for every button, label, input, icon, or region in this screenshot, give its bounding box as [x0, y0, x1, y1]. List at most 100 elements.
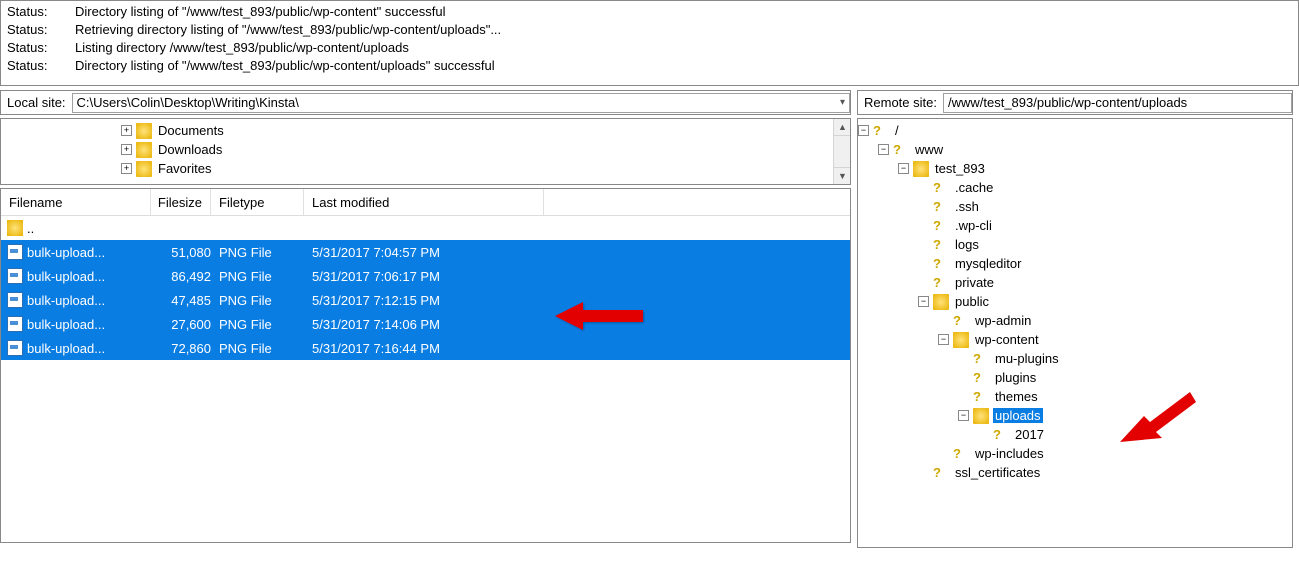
expander-icon[interactable]: − [898, 163, 909, 174]
unknown-folder-icon: ? [933, 199, 949, 215]
image-file-icon [7, 340, 23, 356]
local-path-value: C:\Users\Colin\Desktop\Writing\Kinsta\ [77, 95, 299, 110]
column-filetype[interactable]: Filetype [211, 189, 304, 215]
file-row[interactable]: bulk-upload...72,860PNG File5/31/2017 7:… [1, 336, 850, 360]
image-file-icon [7, 244, 23, 260]
remote-site-label: Remote site: [858, 95, 943, 110]
tree-item[interactable]: + Documents [1, 121, 850, 140]
expander-icon[interactable]: − [878, 144, 889, 155]
tree-item[interactable]: ? .wp-cli [858, 216, 1292, 235]
tree-item[interactable]: −uploads [858, 406, 1292, 425]
unknown-folder-icon: ? [973, 351, 989, 367]
image-file-icon [7, 316, 23, 332]
filetype-cell: PNG File [211, 269, 304, 284]
expander-icon[interactable]: + [121, 163, 132, 174]
tree-item[interactable]: − wp-content [858, 330, 1292, 349]
tree-item-label: .wp-cli [953, 218, 994, 233]
tree-item-label: wp-includes [973, 446, 1046, 461]
file-row[interactable]: bulk-upload...86,492PNG File5/31/2017 7:… [1, 264, 850, 288]
file-row[interactable]: bulk-upload... 47,485PNG File5/31/2017 7:… [1, 288, 850, 312]
filetype-cell: PNG File [211, 341, 304, 356]
filetype-cell: PNG File [211, 293, 304, 308]
filesize-cell: 27,600 [151, 317, 211, 332]
tree-item-label: wp-content [973, 332, 1041, 347]
unknown-folder-icon: ? [933, 465, 949, 481]
tree-item-label: 2017 [1013, 427, 1046, 442]
tree-item[interactable]: ? mu-plugins [858, 349, 1292, 368]
unknown-folder-icon: ? [933, 218, 949, 234]
tree-item[interactable]: −test_893 [858, 159, 1292, 178]
tree-item[interactable]: ?themes [858, 387, 1292, 406]
file-row[interactable]: bulk-upload...51,080PNG File5/31/2017 7:… [1, 240, 850, 264]
scroll-up-icon[interactable]: ▲ [834, 119, 851, 136]
grid-header: Filename Filesize Filetype Last modified [1, 189, 850, 216]
column-filesize[interactable]: Filesize [151, 189, 211, 215]
tree-item-label: Documents [156, 123, 226, 138]
tree-item[interactable]: ?2017 [858, 425, 1292, 444]
column-filename[interactable]: Filename [1, 189, 151, 215]
grid-body: .. bulk-upload...51,080PNG File5/31/2017… [1, 216, 850, 360]
tree-item[interactable]: ?wp-admin [858, 311, 1292, 330]
unknown-folder-icon: ? [893, 142, 909, 158]
filesize-cell: 47,485 [151, 293, 211, 308]
local-pane: Local site: C:\Users\Colin\Desktop\Writi… [0, 90, 851, 548]
local-tree[interactable]: + Documents + Downloads +Favorites ▲ ▼ [0, 118, 851, 185]
tree-item[interactable]: −public [858, 292, 1292, 311]
expander-icon[interactable]: − [918, 296, 929, 307]
folder-icon [913, 161, 929, 177]
modified-cell: 5/31/2017 7:12:15 PM [304, 293, 544, 308]
tree-item[interactable]: ?mysqleditor [858, 254, 1292, 273]
tree-item[interactable]: + Downloads [1, 140, 850, 159]
tree-item-label: themes [993, 389, 1040, 404]
tree-item[interactable]: +Favorites [1, 159, 850, 178]
tree-item-label: wp-admin [973, 313, 1033, 328]
tree-item[interactable]: ? wp-includes [858, 444, 1292, 463]
tree-item[interactable]: ? .ssh [858, 197, 1292, 216]
remote-path-value: /www/test_893/public/wp-content/uploads [948, 95, 1187, 110]
unknown-folder-icon: ? [953, 446, 969, 462]
filesize-cell: 86,492 [151, 269, 211, 284]
remote-tree[interactable]: −?/−?www−test_893?.cache?.ssh?.wp-cli?lo… [857, 118, 1293, 548]
remote-path-input[interactable]: /www/test_893/public/wp-content/uploads [943, 93, 1292, 113]
local-path-bar: Local site: C:\Users\Colin\Desktop\Writi… [0, 90, 851, 115]
tree-item-label: ssl_certificates [953, 465, 1042, 480]
tree-item-label: private [953, 275, 996, 290]
expander-icon[interactable]: + [121, 125, 132, 136]
tree-item[interactable]: ? private [858, 273, 1292, 292]
tree-item[interactable]: ?.cache [858, 178, 1292, 197]
parent-directory-row[interactable]: .. [1, 216, 850, 240]
chevron-down-icon[interactable]: ▾ [840, 97, 845, 108]
file-row[interactable]: bulk-upload...27,600PNG File5/31/2017 7:… [1, 312, 850, 336]
status-line: Retrieving directory listing of "/www/te… [75, 21, 501, 39]
remote-pane: Remote site: /www/test_893/public/wp-con… [857, 90, 1293, 548]
filetype-cell: PNG File [211, 317, 304, 332]
tree-item-label: .ssh [953, 199, 981, 214]
expander-icon[interactable]: − [938, 334, 949, 345]
scroll-down-icon[interactable]: ▼ [834, 167, 851, 184]
tree-item[interactable]: ? ssl_certificates [858, 463, 1292, 482]
tree-item-label: / [893, 123, 901, 138]
local-path-input[interactable]: C:\Users\Colin\Desktop\Writing\Kinsta\ ▾ [72, 93, 850, 113]
tree-item-label: mu-plugins [993, 351, 1061, 366]
column-last-modified[interactable]: Last modified [304, 189, 544, 215]
expander-icon[interactable]: + [121, 144, 132, 155]
tree-item[interactable]: −?/ [858, 121, 1292, 140]
image-file-icon [7, 292, 23, 308]
filesize-cell: 72,860 [151, 341, 211, 356]
filename-cell: .. [27, 221, 34, 236]
remote-path-bar: Remote site: /www/test_893/public/wp-con… [857, 90, 1293, 115]
filename-cell: bulk-upload... [27, 293, 105, 308]
folder-icon [7, 220, 23, 236]
tree-item-label: Downloads [156, 142, 224, 157]
tree-item[interactable]: −?www [858, 140, 1292, 159]
expander-icon[interactable]: − [958, 410, 969, 421]
status-line: Listing directory /www/test_893/public/w… [75, 39, 409, 57]
tree-item-label: mysqleditor [953, 256, 1023, 271]
scrollbar[interactable]: ▲ ▼ [833, 119, 850, 184]
filetype-cell: PNG File [211, 245, 304, 260]
status-label: Status: [7, 3, 75, 21]
expander-icon[interactable]: − [858, 125, 869, 136]
tree-item[interactable]: ?logs [858, 235, 1292, 254]
tree-item[interactable]: ?plugins [858, 368, 1292, 387]
unknown-folder-icon: ? [933, 275, 949, 291]
